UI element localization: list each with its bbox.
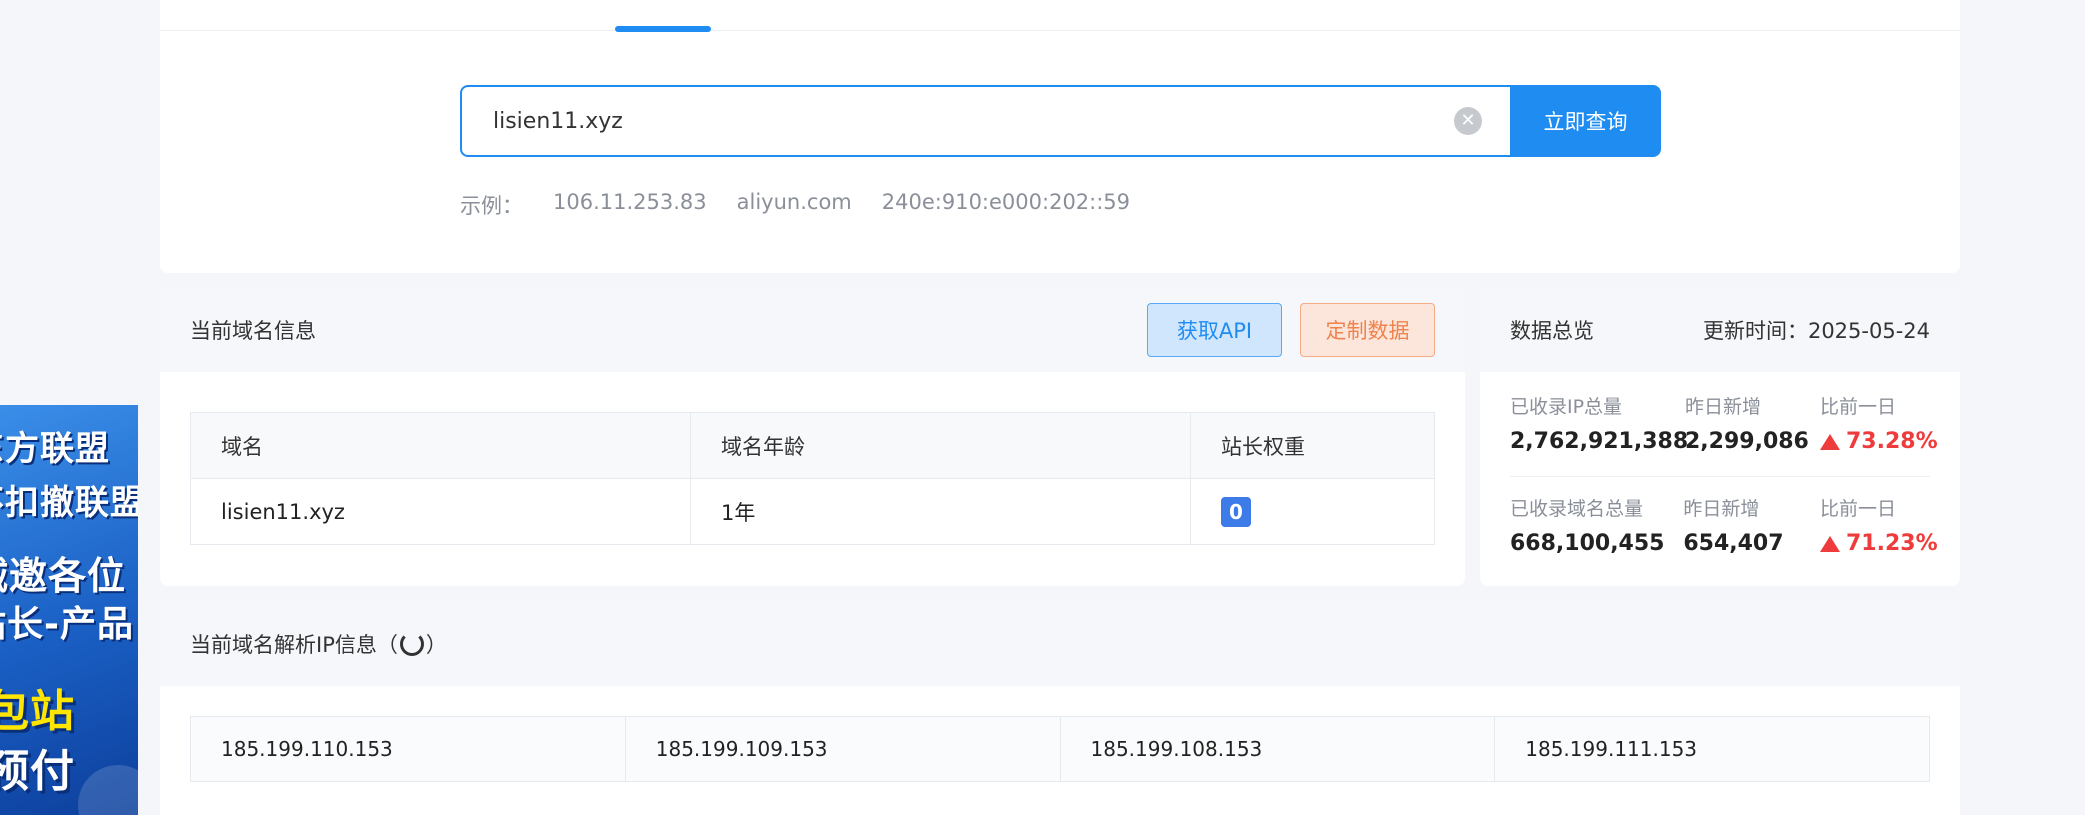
age-cell: 1年: [690, 478, 1191, 545]
ip-stats-row: 已收录IP总量 2,762,921,388 昨日新增 2,299,086 比前一…: [1510, 392, 1938, 454]
column-header: 域名: [190, 412, 691, 479]
ad-line: 包站: [0, 686, 75, 737]
stats-divider: [1510, 476, 1930, 477]
ad-line: 东方联盟: [0, 429, 110, 469]
weight-cell: 0: [1190, 478, 1435, 545]
table-row: lisien11.xyz 1年 0: [190, 478, 1435, 545]
tab-divider: [160, 30, 1960, 31]
active-tab-indicator: [615, 26, 711, 32]
stat-label: 昨日新增: [1685, 396, 1762, 418]
update-label: 更新时间：: [1702, 319, 1808, 343]
stat-label: 已收录IP总量: [1510, 396, 1623, 418]
ip-cell[interactable]: 185.199.110.153: [190, 716, 626, 782]
stats-card: 数据总览 更新时间：2025-05-24 已收录IP总量 2,762,921,3…: [1480, 288, 1960, 586]
arrow-up-icon: [1820, 433, 1840, 450]
ad-banner[interactable]: 东方联盟 不扣撤联盟 诚邀各位 站长-产品 包站 预付: [0, 405, 138, 815]
stat-value: 2,299,086: [1685, 429, 1809, 454]
search-card: ✕ 立即查询 示例： 106.11.253.83 aliyun.com 240e…: [160, 0, 1960, 273]
stat-col: 已收录IP总量 2,762,921,388: [1510, 392, 1689, 454]
change-value: 73.28%: [1846, 429, 1938, 454]
stat-change: 73.28%: [1820, 429, 1938, 454]
example-link[interactable]: 240e:910:e000:202::59: [882, 190, 1130, 220]
stat-col: 已收录域名总量 668,100,455: [1510, 494, 1683, 556]
clear-icon[interactable]: ✕: [1454, 107, 1482, 135]
domain-table: 域名 域名年龄 站长权重 lisien11.xyz 1年 0: [190, 412, 1435, 545]
domain-info-card: 当前域名信息 获取API 定制数据 域名 域名年龄 站长权重 lisien11.…: [160, 288, 1465, 586]
domain-stats-row: 已收录域名总量 668,100,455 昨日新增 654,407 比前一日 71…: [1510, 494, 1938, 556]
ad-line: 站长-产品: [0, 604, 134, 645]
domain-info-header: 当前域名信息 获取API 定制数据: [160, 288, 1465, 372]
stat-col: 比前一日 73.28%: [1820, 392, 1938, 454]
ad-line: 诚邀各位: [0, 554, 127, 598]
query-button[interactable]: 立即查询: [1510, 85, 1661, 157]
example-link[interactable]: aliyun.com: [737, 190, 852, 220]
change-value: 71.23%: [1846, 531, 1938, 556]
search-input[interactable]: [462, 87, 1454, 155]
domain-info-title: 当前域名信息: [190, 319, 316, 343]
stat-label: 比前一日: [1820, 396, 1897, 418]
stat-value: 2,762,921,388: [1510, 429, 1689, 454]
ad-line: 不扣撤联盟: [0, 483, 138, 523]
stats-title: 数据总览: [1510, 319, 1594, 343]
ad-line: 预付: [0, 746, 75, 797]
stat-value: 668,100,455: [1510, 531, 1665, 556]
example-link[interactable]: 106.11.253.83: [553, 190, 707, 220]
table-header-row: 域名 域名年龄 站长权重: [190, 412, 1435, 479]
stat-change: 71.23%: [1820, 531, 1938, 556]
update-date: 2025-05-24: [1807, 319, 1930, 343]
stat-label: 昨日新增: [1683, 498, 1760, 520]
ip-cell[interactable]: 185.199.108.153: [1059, 716, 1496, 782]
ip-info-card: 当前域名解析IP信息（ ） 185.199.110.153 185.199.109…: [160, 602, 1960, 815]
ip-title-prefix: 当前域名解析IP信息（: [190, 633, 398, 657]
search-box: ✕: [460, 85, 1510, 157]
get-api-button[interactable]: 获取API: [1147, 303, 1282, 357]
update-time: 更新时间：2025-05-24: [1703, 315, 1930, 345]
examples: 示例： 106.11.253.83 aliyun.com 240e:910:e0…: [460, 190, 1160, 220]
column-header: 域名年龄: [690, 412, 1191, 479]
stat-label: 已收录域名总量: [1510, 498, 1644, 520]
stat-col: 昨日新增 654,407: [1683, 494, 1820, 556]
stats-header: 数据总览 更新时间：2025-05-24: [1480, 288, 1960, 372]
custom-data-button[interactable]: 定制数据: [1300, 303, 1435, 357]
ip-cell[interactable]: 185.199.111.153: [1494, 716, 1930, 782]
domain-cell: lisien11.xyz: [190, 478, 691, 545]
examples-label: 示例：: [460, 194, 523, 218]
ip-grid: 185.199.110.153 185.199.109.153 185.199.…: [190, 716, 1930, 782]
stat-col: 昨日新增 2,299,086: [1685, 392, 1820, 454]
loading-spinner-icon: [399, 632, 424, 656]
ip-cell[interactable]: 185.199.109.153: [624, 716, 1061, 782]
arrow-up-icon: [1820, 535, 1840, 552]
stat-value: 654,407: [1683, 531, 1784, 556]
ip-info-title: 当前域名解析IP信息（ ）: [190, 629, 447, 659]
weight-badge: 0: [1221, 496, 1251, 527]
ad-decoration: [78, 765, 138, 815]
stat-label: 比前一日: [1820, 498, 1897, 520]
stat-col: 比前一日 71.23%: [1820, 494, 1938, 556]
column-header: 站长权重: [1190, 412, 1435, 479]
ip-title-suffix: ）: [425, 633, 447, 657]
ip-info-header: 当前域名解析IP信息（ ）: [160, 602, 1960, 686]
